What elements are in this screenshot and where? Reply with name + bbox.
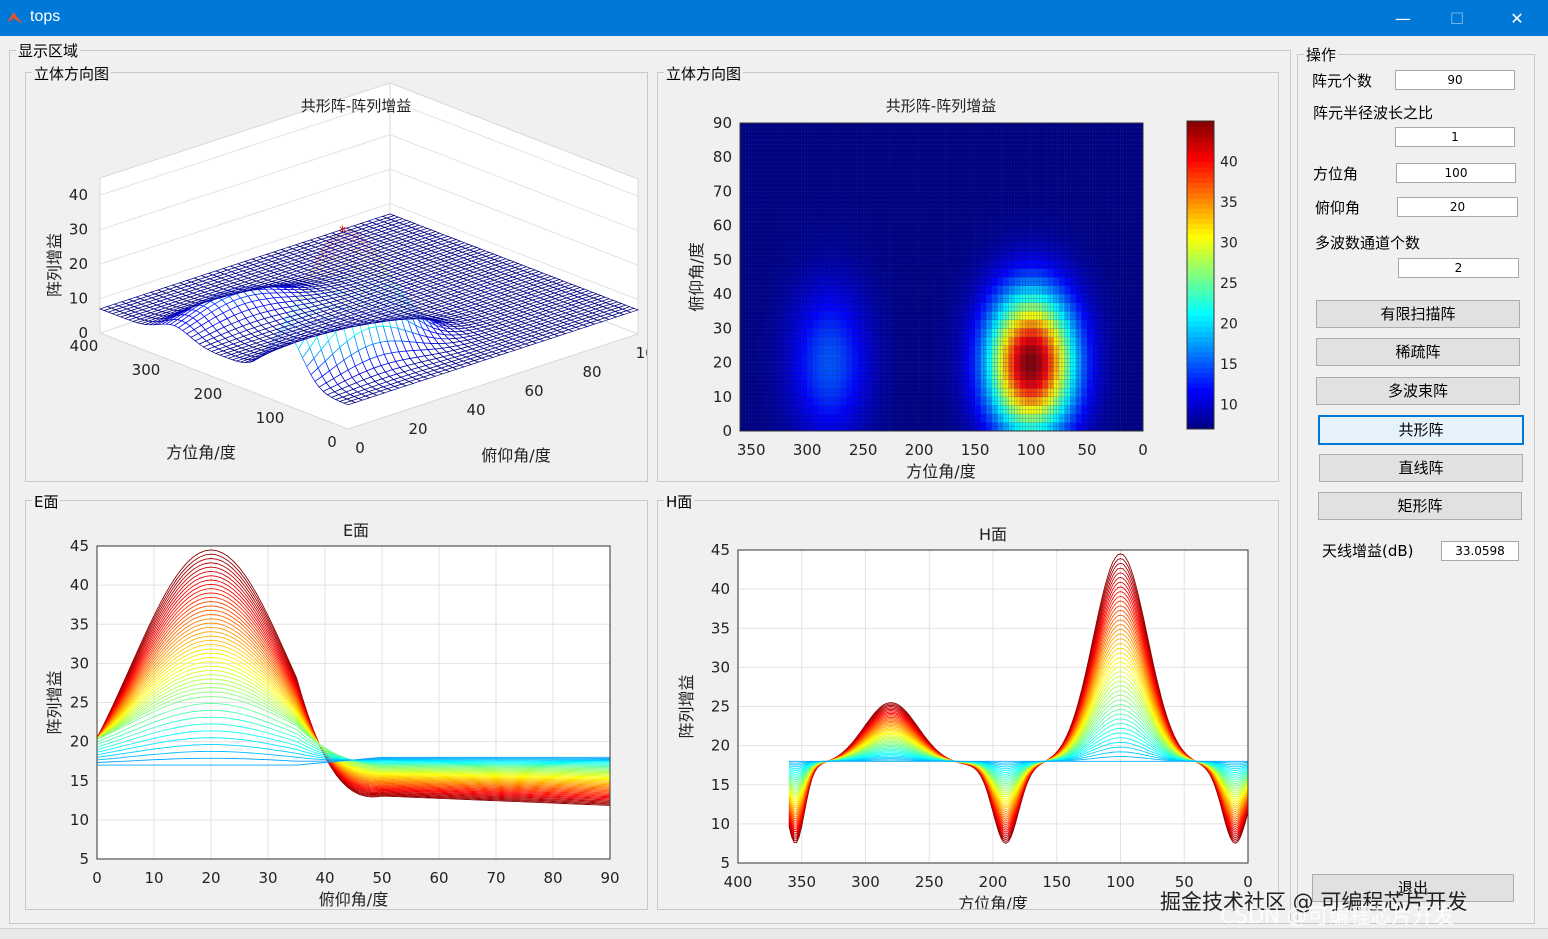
surface-title: 共形阵-阵列增益: [301, 97, 411, 115]
z-tick-label: 40: [69, 186, 88, 204]
z-tick-label: 30: [69, 221, 88, 239]
minimize-button[interactable]: —: [1380, 0, 1426, 36]
z-tick-label: 10: [69, 290, 88, 308]
matlab-icon: [6, 9, 24, 27]
panel-3d-surface: 立体方向图 *共形阵-阵列增益0102030400100200300400020…: [25, 72, 648, 482]
peak-marker: *: [339, 224, 346, 240]
elevation-tick-label: 80: [582, 363, 601, 381]
window-title: tops: [30, 8, 60, 26]
close-button[interactable]: ✕: [1494, 0, 1540, 36]
azimuth-tick-label: 0: [327, 433, 337, 451]
elevation-axis-label: 俯仰角/度: [481, 446, 550, 465]
maximize-icon: ☐: [1450, 9, 1464, 28]
elevation-tick-label: 40: [466, 401, 485, 419]
azimuth-tick-label: 300: [132, 361, 161, 379]
surface-3d-chart[interactable]: *共形阵-阵列增益0102030400100200300400020406080…: [26, 73, 647, 481]
elevation-tick-label: 20: [408, 420, 427, 438]
z-tick-label: 20: [69, 255, 88, 273]
panel-heatmap: 立体方向图 *共形阵-阵列增益3503002502001501005000102…: [657, 72, 1279, 482]
elevation-tick-label: 100: [636, 344, 647, 362]
close-icon: ✕: [1510, 9, 1523, 28]
elevation-tick-label: 60: [524, 382, 543, 400]
azimuth-tick-label: 200: [194, 385, 223, 403]
azimuth-axis-label: 方位角/度: [166, 443, 235, 462]
azimuth-tick-label: 400: [70, 337, 99, 355]
minimize-icon: —: [1395, 9, 1411, 28]
azimuth-tick-label: 100: [256, 409, 285, 427]
title-bar: tops — ☐ ✕: [0, 0, 1548, 36]
maximize-button[interactable]: ☐: [1434, 0, 1480, 36]
display-area-title: 显示区域: [16, 40, 80, 61]
elevation-tick-label: 0: [355, 439, 365, 457]
heatmap-chart[interactable]: *共形阵-阵列增益3503002502001501005000102030405…: [658, 73, 1278, 481]
gain-axis-label: 阵列增益: [45, 233, 64, 297]
